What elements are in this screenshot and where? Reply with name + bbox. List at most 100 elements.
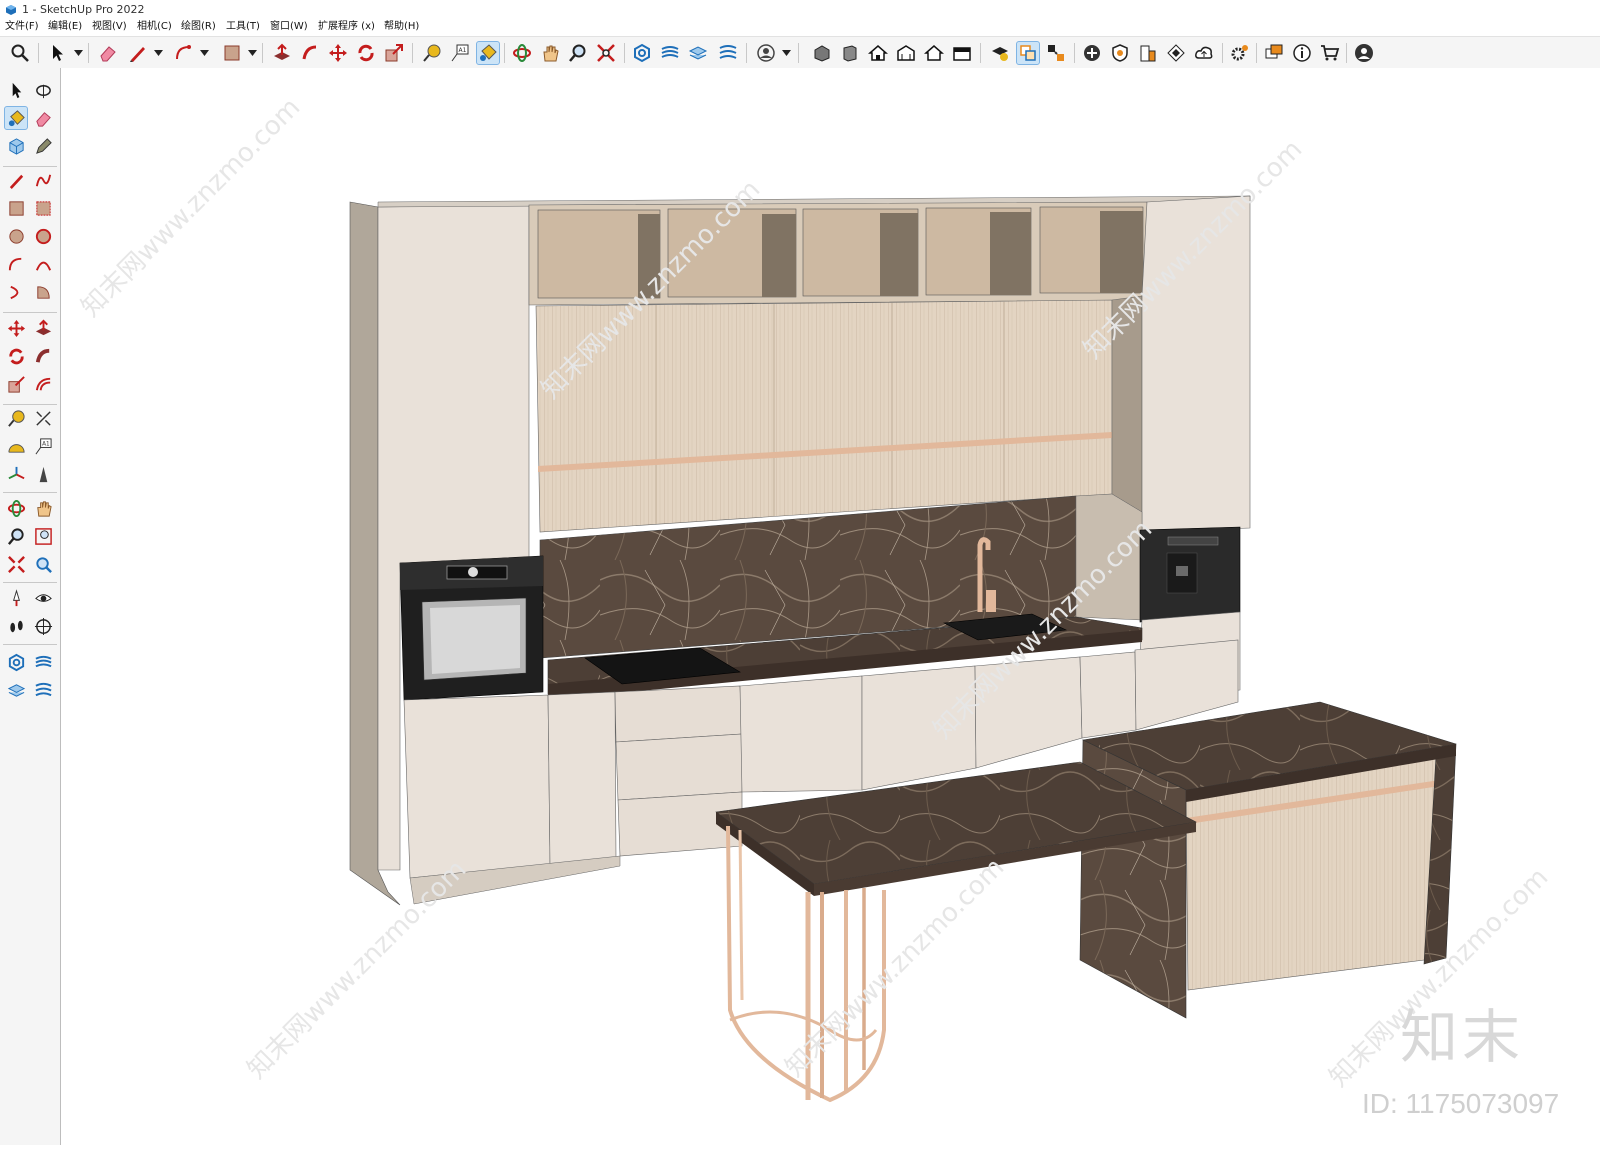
sandbox-scratch-button[interactable]	[658, 41, 682, 65]
select-button[interactable]	[46, 41, 70, 65]
three-point-arc-tool[interactable]	[4, 280, 28, 304]
account-button[interactable]	[1352, 41, 1376, 65]
menu-window[interactable]: 窗口(W)	[270, 18, 308, 36]
top-view-icon	[843, 45, 857, 62]
menu-extensions[interactable]: 扩展程序 (x)	[318, 18, 375, 36]
add-button[interactable]	[1080, 41, 1104, 65]
axes-tool[interactable]	[4, 462, 28, 486]
iso-view-button[interactable]	[810, 41, 834, 65]
3d-text-tool[interactable]	[31, 462, 55, 486]
arc-button[interactable]	[172, 41, 196, 65]
tape-measure-tool[interactable]	[4, 406, 28, 430]
eraser-button[interactable]	[96, 41, 120, 65]
follow-me-button[interactable]	[298, 41, 322, 65]
front-view-button[interactable]	[866, 41, 890, 65]
component-button[interactable]	[1016, 41, 1040, 65]
push-pull-tool[interactable]	[31, 316, 55, 340]
sandbox-smoove-button[interactable]	[686, 41, 710, 65]
dimension-tool[interactable]	[31, 406, 55, 430]
back-view-button[interactable]	[922, 41, 946, 65]
freehand-tool[interactable]	[31, 168, 55, 192]
menu-camera[interactable]: 相机(C)	[137, 18, 172, 36]
chevron-down-icon[interactable]	[248, 50, 257, 56]
left-view-button[interactable]	[950, 41, 974, 65]
sandbox-stamp-tool[interactable]	[31, 678, 55, 702]
menu-view[interactable]: 视图(V)	[92, 18, 127, 36]
move-button[interactable]	[326, 41, 350, 65]
zoom-window-tool[interactable]	[31, 524, 55, 548]
menu-draw[interactable]: 绘图(R)	[181, 18, 216, 36]
paint-bucket-button[interactable]	[476, 41, 500, 65]
cloud-button[interactable]	[1192, 41, 1216, 65]
arc-tool[interactable]	[4, 252, 28, 276]
line-button[interactable]	[126, 41, 150, 65]
zoom-extents-tool[interactable]	[4, 552, 28, 576]
material-button[interactable]	[1164, 41, 1188, 65]
offset-tool[interactable]	[31, 372, 55, 396]
text-button[interactable]: A1	[448, 41, 472, 65]
menu-file[interactable]: 文件(F)	[5, 18, 39, 36]
text-tool[interactable]: A1	[31, 434, 55, 458]
zoom-tool[interactable]	[4, 524, 28, 548]
chevron-down-icon[interactable]	[74, 50, 83, 56]
orbit-select-tool[interactable]	[31, 78, 55, 102]
walk-tool[interactable]	[4, 614, 28, 638]
circle-tool[interactable]	[4, 224, 28, 248]
sandbox-scratch-tool[interactable]	[31, 650, 55, 674]
menu-tools[interactable]: 工具(T)	[226, 18, 260, 36]
xray-button[interactable]	[988, 41, 1012, 65]
info-button[interactable]	[1290, 41, 1314, 65]
eraser-tool[interactable]	[31, 106, 55, 130]
rotated-rectangle-tool[interactable]	[31, 196, 55, 220]
rectangle-button[interactable]	[220, 41, 244, 65]
chevron-down-icon[interactable]	[782, 50, 791, 56]
look-around-tool[interactable]	[31, 586, 55, 610]
two-point-arc-tool[interactable]	[31, 252, 55, 276]
top-view-button[interactable]	[838, 41, 862, 65]
pan-tool[interactable]	[31, 496, 55, 520]
line-tool[interactable]	[4, 168, 28, 192]
pie-tool[interactable]	[31, 280, 55, 304]
extension-settings-button[interactable]	[1228, 41, 1252, 65]
scale-button[interactable]	[382, 41, 406, 65]
sandbox-stamp-button[interactable]	[716, 41, 740, 65]
follow-me-tool[interactable]	[31, 344, 55, 368]
zoom-window-button[interactable]	[8, 41, 32, 65]
model-viewport[interactable]: 知末网www.znzmo.com 知末网www.znzmo.com 知末网www…	[61, 68, 1600, 1145]
chevron-down-icon[interactable]	[200, 50, 209, 56]
move-tool[interactable]	[4, 316, 28, 340]
polygon-tool[interactable]	[31, 224, 55, 248]
component-tool[interactable]	[4, 134, 28, 158]
shield-button[interactable]	[1108, 41, 1132, 65]
profile-button[interactable]	[754, 41, 778, 65]
position-camera-tool[interactable]	[4, 586, 28, 610]
explode-button[interactable]	[1044, 41, 1068, 65]
sandbox-contours-tool[interactable]	[4, 650, 28, 674]
sandbox-from-contours-button[interactable]	[630, 41, 654, 65]
section-plane-tool[interactable]	[31, 614, 55, 638]
building-button[interactable]	[1136, 41, 1160, 65]
zoom-button[interactable]	[566, 41, 590, 65]
rectangle-tool[interactable]	[4, 196, 28, 220]
orbit-tool[interactable]	[4, 496, 28, 520]
paint-bucket-tool[interactable]	[4, 106, 28, 130]
scale-tool[interactable]	[4, 372, 28, 396]
rotate-button[interactable]	[354, 41, 378, 65]
right-view-button[interactable]	[894, 41, 918, 65]
push-pull-button[interactable]	[270, 41, 294, 65]
chevron-down-icon[interactable]	[154, 50, 163, 56]
tag-tool[interactable]	[31, 134, 55, 158]
pan-button[interactable]	[538, 41, 562, 65]
orbit-button[interactable]	[510, 41, 534, 65]
sandbox-smoove-tool[interactable]	[4, 678, 28, 702]
previous-view-tool[interactable]	[31, 552, 55, 576]
menu-help[interactable]: 帮助(H)	[384, 18, 419, 36]
tape-measure-button[interactable]	[420, 41, 444, 65]
select-tool[interactable]	[4, 78, 28, 102]
rotate-tool[interactable]	[4, 344, 28, 368]
zoom-extents-button[interactable]	[594, 41, 618, 65]
store-button[interactable]	[1318, 41, 1342, 65]
protractor-tool[interactable]	[4, 434, 28, 458]
menu-edit[interactable]: 编辑(E)	[48, 18, 82, 36]
chat-button[interactable]	[1262, 41, 1286, 65]
